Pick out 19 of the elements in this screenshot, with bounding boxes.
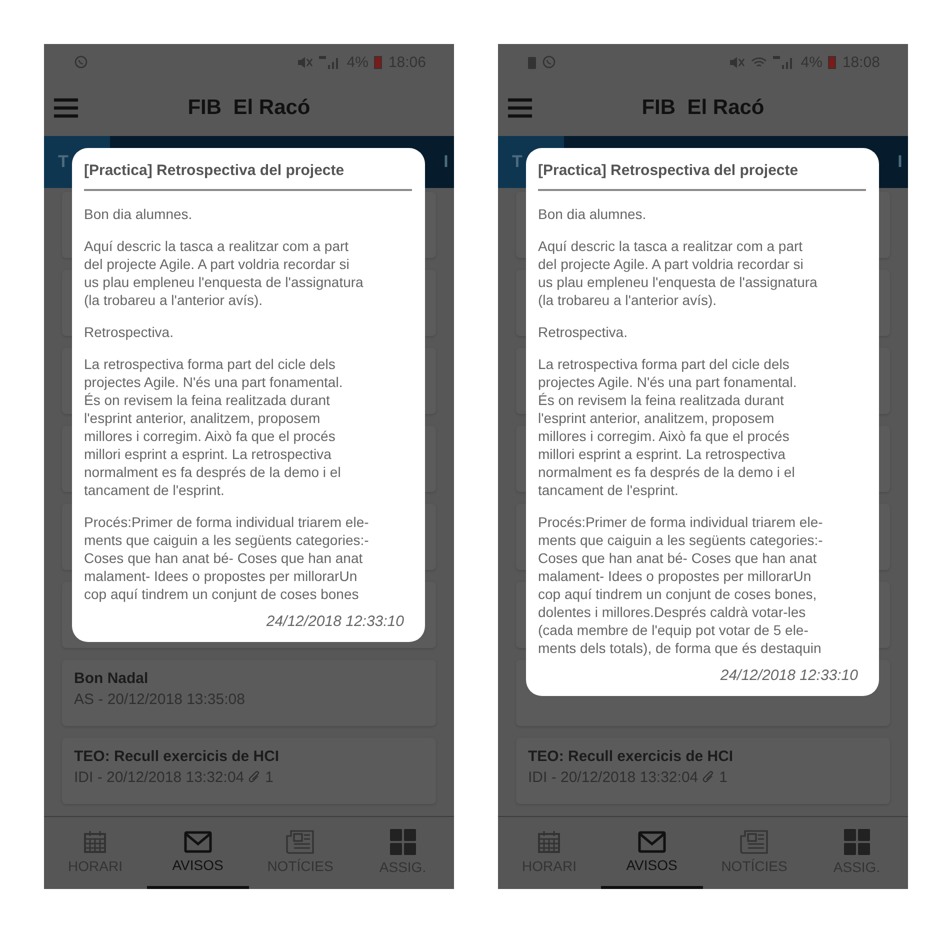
dialog-paragraph: Procés:Primer de forma individual triarem ele- ments que caiguin a les següents categories:- Coses que han anat bé- Coses que han anat malament- Idees o propostes per millorarUn cop aquí tindrem un conjunt de coses bones, dolentes i millores.Després caldrà votar-les (cada membre de l'equip pot votar de 5 ele- ments dels totals), de forma que és destaquin [538,513,824,657]
dialog-paragraph: Aquí descric la tasca a realitzar com a part del projecte Agile. A part voldria recordar si us plau empleneu l'enquesta de l'assignatura (la trobareu a l'anterior avís). [538,237,818,309]
dialog-title: [Practica] Retrospectiva del projecte [84,162,412,191]
notice-title: TEO: Recull exercicis de HCI [74,748,280,765]
dialog-paragraph: Bon dia alumnes. [538,205,648,223]
notice-title: TEO: Recull exercicis de HCI [528,748,734,765]
notice-title: Bon Nadal [74,670,150,687]
dialog-title: [Practica] Retrospectiva del projecte [538,162,866,191]
dialog-paragraph: Retrospectiva. [84,323,174,341]
dialog-paragraph: Retrospectiva. [538,323,628,341]
dialog-date: 24/12/2018 12:33:10 [720,667,858,684]
dialog-paragraph: Aquí descric la tasca a realitzar com a part del projecte Agile. A part voldria recordar si us plau empleneu l'enquesta de l'assignatura (la trobareu a l'anterior avís). [84,237,364,309]
app-title: FIB El Racó [640,96,766,120]
app-title: FIB El Racó [186,96,312,120]
dialog-paragraph: Bon dia alumnes. [84,205,194,223]
dialog-paragraph: La retrospectiva forma part del cicle dels projectes Agile. N'és una part fonamental. És on revisem la feina realitzada durant l'esprint anterior, analitzem, proposem millores i corregim. Això fa que el procés millori esprint a esprint. La retrospectiva normalment es fa després de la demo i el tancament de l'esprint. [538,355,798,499]
dialog-date: 24/12/2018 12:33:10 [266,613,404,630]
dialog-paragraph: Procés:Primer de forma individual triarem ele- ments que caiguin a les següents categories:- Coses que han anat bé- Coses que han anat malament- Idees o propostes per millorarUn cop aquí tindrem un conjunt de coses bones [84,513,370,603]
dialog-paragraph: La retrospectiva forma part del cicle dels projectes Agile. N'és una part fonamental. És on revisem la feina realitzada durant l'esprint anterior, analitzem, proposem millores i corregim. Això fa que el procés millori esprint a esprint. La retrospectiva normalment es fa després de la demo i el tancament de l'esprint. [84,355,344,499]
